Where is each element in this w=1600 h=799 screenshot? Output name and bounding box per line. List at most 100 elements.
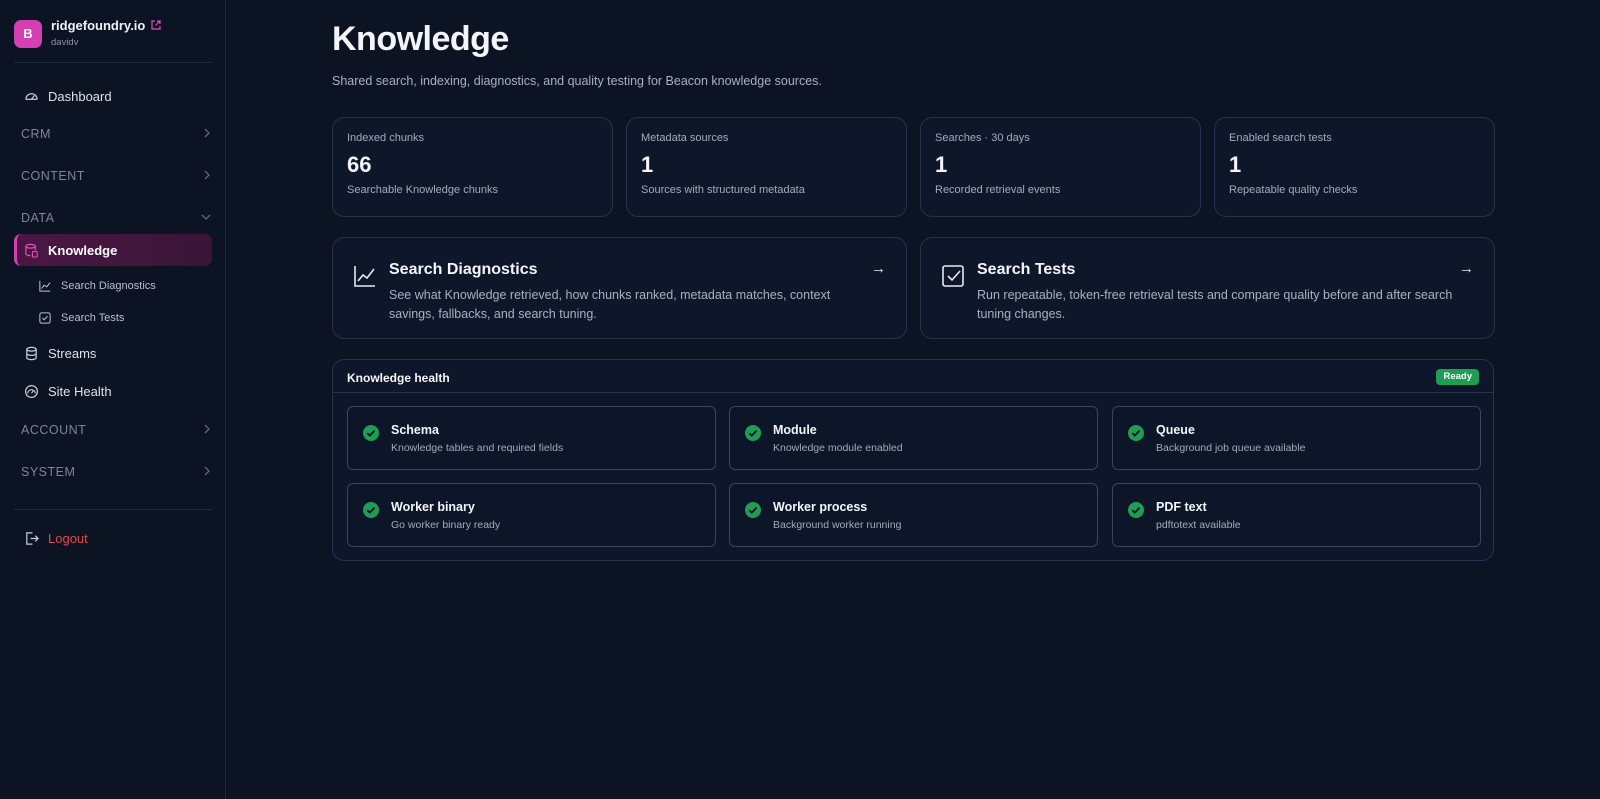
stat-card-indexed-chunks: Indexed chunks 66 Searchable Knowledge c…	[332, 117, 613, 217]
knowledge-health-panel: Knowledge health Ready Schema Knowledge …	[332, 359, 1494, 561]
brand[interactable]: B ridgefoundry.io davidv	[14, 18, 214, 48]
sidebar-item-knowledge[interactable]: Knowledge	[14, 234, 212, 266]
health-check-schema: Schema Knowledge tables and required fie…	[347, 406, 716, 470]
stat-value: 1	[641, 152, 654, 177]
stat-label: Indexed chunks	[347, 132, 425, 144]
check-square-icon	[941, 264, 965, 288]
health-check-worker-binary: Worker binary Go worker binary ready	[347, 483, 716, 547]
section-label: SYSTEM	[21, 465, 76, 479]
sidebar-item-label: Knowledge	[48, 242, 118, 258]
gauge-circle-icon	[23, 383, 39, 399]
sidebar-section-content[interactable]: CONTENT	[21, 166, 211, 186]
stat-value: 1	[935, 152, 948, 177]
section-label: ACCOUNT	[21, 423, 87, 437]
sidebar-item-search-diagnostics[interactable]: Search Diagnostics	[38, 275, 208, 297]
check-circle-icon	[1127, 501, 1145, 519]
sidebar-item-label: Logout	[48, 530, 88, 546]
stat-card-search-tests: Enabled search tests 1 Repeatable qualit…	[1214, 117, 1495, 217]
logout-icon	[23, 530, 39, 546]
database-file-icon	[23, 242, 39, 258]
check-title: Worker binary	[391, 500, 475, 514]
check-circle-icon	[362, 424, 380, 442]
page-title: Knowledge	[332, 20, 509, 58]
brand-user: davidv	[51, 37, 79, 48]
check-desc: Background worker running	[773, 519, 902, 531]
sidebar-section-crm[interactable]: CRM	[21, 124, 211, 144]
check-circle-icon	[1127, 424, 1145, 442]
stat-card-metadata-sources: Metadata sources 1 Sources with structur…	[626, 117, 907, 217]
link-card-title: Search Diagnostics	[389, 261, 538, 278]
check-title: Schema	[391, 423, 439, 437]
check-title: PDF text	[1156, 500, 1207, 514]
sidebar-item-streams[interactable]: Streams	[14, 337, 212, 369]
stat-value: 66	[347, 152, 372, 177]
sidebar-item-label: Streams	[48, 345, 97, 361]
health-check-pdf-text: PDF text pdftotext available	[1112, 483, 1481, 547]
sidebar-item-label: Site Health	[48, 383, 112, 399]
arrow-right-icon: →	[871, 260, 886, 277]
sidebar-divider	[14, 62, 212, 63]
link-card-search-tests[interactable]: Search Tests Run repeatable, token-free …	[920, 237, 1495, 339]
stat-card-searches: Searches · 30 days 1 Recorded retrieval …	[920, 117, 1201, 217]
check-circle-icon	[362, 501, 380, 519]
section-label: DATA	[21, 211, 55, 225]
section-label: CONTENT	[21, 169, 85, 183]
sidebar-section-data[interactable]: DATA	[21, 208, 211, 228]
section-label: CRM	[21, 127, 51, 141]
check-square-icon	[38, 311, 52, 325]
chevron-right-icon	[203, 466, 211, 479]
sidebar-sub-label: Search Diagnostics	[61, 280, 156, 292]
check-desc: Background job queue available	[1156, 442, 1306, 454]
check-title: Module	[773, 423, 817, 437]
stat-label: Metadata sources	[641, 132, 729, 144]
chevron-right-icon	[203, 424, 211, 437]
sidebar-item-dashboard[interactable]: Dashboard	[14, 80, 212, 112]
check-desc: Knowledge tables and required fields	[391, 442, 564, 454]
external-link-icon[interactable]	[148, 20, 162, 33]
check-circle-icon	[744, 501, 762, 519]
health-title: Knowledge health	[347, 371, 450, 385]
check-desc: pdftotext available	[1156, 519, 1241, 531]
sidebar-item-logout[interactable]: Logout	[14, 522, 212, 554]
sidebar-sub-label: Search Tests	[61, 312, 125, 324]
line-chart-icon	[353, 264, 377, 288]
health-check-queue: Queue Background job queue available	[1112, 406, 1481, 470]
link-card-desc: See what Knowledge retrieved, how chunks…	[389, 288, 831, 321]
health-header: Knowledge health Ready	[333, 360, 1493, 393]
stat-desc: Repeatable quality checks	[1229, 184, 1358, 196]
brand-name-text: ridgefoundry.io	[51, 18, 146, 33]
status-badge: Ready	[1436, 369, 1479, 385]
stat-value: 1	[1229, 152, 1242, 177]
check-title: Worker process	[773, 500, 868, 514]
gauge-icon	[23, 88, 39, 104]
chevron-right-icon	[203, 128, 211, 141]
sidebar-section-system[interactable]: SYSTEM	[21, 462, 211, 482]
sidebar-item-site-health[interactable]: Site Health	[14, 375, 212, 407]
check-circle-icon	[744, 424, 762, 442]
sidebar-item-label: Dashboard	[48, 88, 112, 104]
stat-desc: Recorded retrieval events	[935, 184, 1061, 196]
sidebar: B ridgefoundry.io davidv Dashboard CRM C…	[0, 0, 226, 799]
sidebar-divider	[14, 509, 212, 510]
stat-desc: Sources with structured metadata	[641, 184, 805, 196]
check-desc: Knowledge module enabled	[773, 442, 903, 454]
line-chart-icon	[38, 279, 52, 293]
check-title: Queue	[1156, 423, 1195, 437]
check-desc: Go worker binary ready	[391, 519, 501, 531]
database-icon	[23, 345, 39, 361]
sidebar-section-account[interactable]: ACCOUNT	[21, 420, 211, 440]
stat-desc: Searchable Knowledge chunks	[347, 184, 499, 196]
health-check-worker-process: Worker process Background worker running	[729, 483, 1098, 547]
sidebar-item-search-tests[interactable]: Search Tests	[38, 307, 208, 329]
brand-name[interactable]: ridgefoundry.io	[51, 18, 162, 33]
link-card-search-diagnostics[interactable]: Search Diagnostics See what Knowledge re…	[332, 237, 907, 339]
arrow-right-icon: →	[1459, 260, 1474, 277]
link-card-title: Search Tests	[977, 261, 1076, 278]
stat-label: Searches · 30 days	[935, 132, 1030, 144]
chevron-right-icon	[203, 170, 211, 183]
page-subtitle: Shared search, indexing, diagnostics, an…	[332, 74, 822, 88]
stat-label: Enabled search tests	[1229, 132, 1332, 144]
link-card-desc: Run repeatable, token-free retrieval tes…	[977, 288, 1453, 321]
brand-avatar: B	[14, 20, 42, 48]
health-check-module: Module Knowledge module enabled	[729, 406, 1098, 470]
